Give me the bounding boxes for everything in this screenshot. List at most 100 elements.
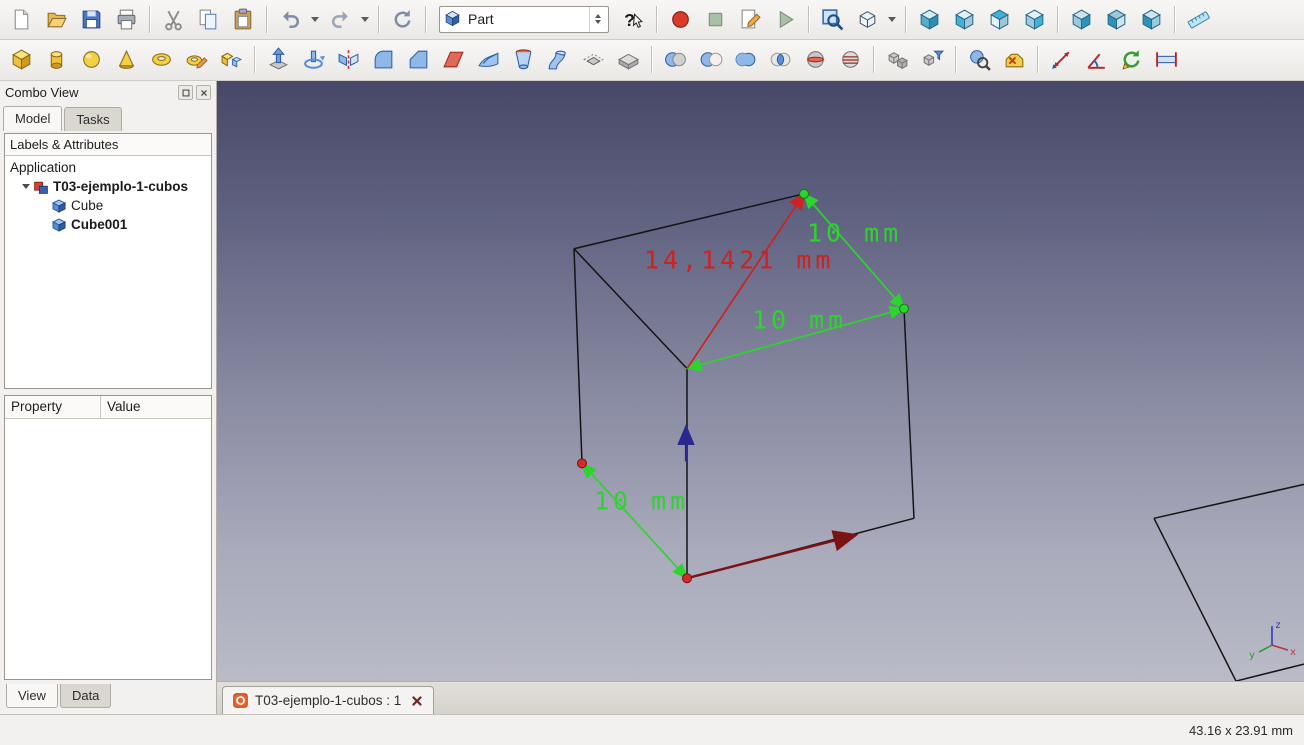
part-thickness-button[interactable] bbox=[612, 43, 645, 76]
part-sphere-button[interactable] bbox=[75, 43, 108, 76]
tab-data[interactable]: Data bbox=[60, 684, 111, 708]
part-mirror-button[interactable] bbox=[332, 43, 365, 76]
undo-dropdown-arrow[interactable] bbox=[308, 4, 321, 34]
tab-tasks[interactable]: Tasks bbox=[64, 107, 121, 131]
part-cut-button[interactable] bbox=[694, 43, 727, 76]
part-ruled-surface-button[interactable] bbox=[472, 43, 505, 76]
combo-view-title: Combo View bbox=[5, 85, 175, 100]
document-tab-close-button[interactable] bbox=[409, 693, 424, 708]
toolbar-separator bbox=[1037, 46, 1039, 73]
part-offset-button[interactable] bbox=[577, 43, 610, 76]
view-right-button[interactable] bbox=[1018, 3, 1051, 36]
part-extrude-button[interactable] bbox=[262, 43, 295, 76]
part-sweep-button[interactable] bbox=[542, 43, 575, 76]
toolbar-separator bbox=[149, 6, 151, 33]
part-shape-builder-button[interactable] bbox=[215, 43, 248, 76]
3d-view[interactable]: 10 mm 14,1421 mm 10 mm 10 mm bbox=[217, 81, 1304, 681]
part-compound-icon bbox=[885, 47, 911, 73]
new-document-button[interactable] bbox=[5, 3, 38, 36]
float-icon bbox=[181, 88, 191, 98]
save-document-icon bbox=[79, 6, 105, 32]
part-primitives-button[interactable] bbox=[180, 43, 213, 76]
tree-item-application[interactable]: Application bbox=[5, 158, 211, 177]
view-isometric-button[interactable] bbox=[913, 3, 946, 36]
tab-model[interactable]: Model bbox=[3, 106, 62, 131]
fit-all-button[interactable] bbox=[816, 3, 849, 36]
draw-style-dropdown-arrow[interactable] bbox=[885, 4, 898, 34]
part-defeaturing-button[interactable] bbox=[998, 43, 1031, 76]
paste-button[interactable] bbox=[227, 3, 260, 36]
undo-button[interactable] bbox=[274, 3, 307, 36]
whats-this-button[interactable]: ? bbox=[617, 3, 650, 36]
open-document-button[interactable] bbox=[40, 3, 73, 36]
part-common-button[interactable] bbox=[764, 43, 797, 76]
expander-icon[interactable] bbox=[22, 184, 30, 193]
workbench-selector[interactable]: Part bbox=[439, 6, 609, 33]
draw-style-button[interactable] bbox=[851, 3, 884, 36]
dimension-line-bottom-edge bbox=[582, 464, 687, 579]
tree-column-header: Labels & Attributes bbox=[5, 134, 211, 156]
panel-close-button[interactable] bbox=[196, 85, 211, 100]
property-editor: Property Value bbox=[4, 395, 212, 680]
redo-dropdown-arrow[interactable] bbox=[358, 4, 371, 34]
tab-view[interactable]: View bbox=[6, 684, 58, 708]
copy-button[interactable] bbox=[192, 3, 225, 36]
redo-button[interactable] bbox=[324, 3, 357, 36]
measure-angular-button[interactable] bbox=[1080, 43, 1113, 76]
cube-edge bbox=[1154, 519, 1236, 682]
part-make-face-button[interactable] bbox=[437, 43, 470, 76]
tree-item-cube[interactable]: Cube bbox=[5, 196, 211, 215]
part-fillet-button[interactable] bbox=[367, 43, 400, 76]
measure-linear-button[interactable] bbox=[1045, 43, 1078, 76]
part-fuse-button[interactable] bbox=[729, 43, 762, 76]
refresh-button[interactable] bbox=[386, 3, 419, 36]
part-make-face-icon bbox=[441, 47, 467, 73]
view-bottom-icon bbox=[1104, 6, 1130, 32]
part-compound-button[interactable] bbox=[881, 43, 914, 76]
part-torus-button[interactable] bbox=[145, 43, 178, 76]
property-table-body bbox=[5, 419, 211, 679]
view-top-button[interactable] bbox=[983, 3, 1016, 36]
secondary-cube-wireframe bbox=[1154, 485, 1304, 682]
part-section-button[interactable] bbox=[799, 43, 832, 76]
3d-canvas[interactable]: 10 mm 14,1421 mm 10 mm 10 mm bbox=[217, 81, 1304, 681]
view-rear-button[interactable] bbox=[1065, 3, 1098, 36]
part-revolve-button[interactable] bbox=[297, 43, 330, 76]
part-cross-sections-button[interactable] bbox=[834, 43, 867, 76]
part-box-button[interactable] bbox=[5, 43, 38, 76]
part-cone-button[interactable] bbox=[110, 43, 143, 76]
toolbar-separator bbox=[651, 46, 653, 73]
cube-edge bbox=[1236, 664, 1304, 681]
part-loft-button[interactable] bbox=[507, 43, 540, 76]
part-cylinder-button[interactable] bbox=[40, 43, 73, 76]
macro-edit-button[interactable] bbox=[734, 3, 767, 36]
paste-icon bbox=[231, 6, 257, 32]
document-tab[interactable]: T03-ejemplo-1-cubos : 1 bbox=[222, 686, 434, 714]
workbench-selector-spinner[interactable] bbox=[589, 7, 605, 32]
panel-float-button[interactable] bbox=[178, 85, 193, 100]
part-check-geometry-button[interactable] bbox=[963, 43, 996, 76]
measure-distance-button[interactable] bbox=[1182, 3, 1215, 36]
tree-item-document[interactable]: T03-ejemplo-1-cubos bbox=[5, 177, 211, 196]
macro-play-button[interactable] bbox=[769, 3, 802, 36]
macro-record-button[interactable] bbox=[664, 3, 697, 36]
view-bottom-button[interactable] bbox=[1100, 3, 1133, 36]
view-front-button[interactable] bbox=[948, 3, 981, 36]
main-area: Combo View Model Tasks Labels & Attribut… bbox=[0, 81, 1304, 714]
view-left-button[interactable] bbox=[1135, 3, 1168, 36]
y-axis-label: y bbox=[1249, 650, 1255, 661]
macro-stop-button[interactable] bbox=[699, 3, 732, 36]
tree-item-cube001[interactable]: Cube001 bbox=[5, 215, 211, 234]
part-compound-filter-button[interactable] bbox=[916, 43, 949, 76]
save-document-button[interactable] bbox=[75, 3, 108, 36]
measure-toggle-all-button[interactable] bbox=[1150, 43, 1183, 76]
print-button[interactable] bbox=[110, 3, 143, 36]
toolbar-separator bbox=[873, 46, 875, 73]
cube-edge bbox=[574, 194, 804, 249]
part-boolean-button[interactable] bbox=[659, 43, 692, 76]
standard-toolbar: Part? bbox=[0, 0, 1304, 40]
part-chamfer-button[interactable] bbox=[402, 43, 435, 76]
workbench-selector-value: Part bbox=[468, 11, 589, 27]
cut-button[interactable] bbox=[157, 3, 190, 36]
measure-refresh-button[interactable] bbox=[1115, 43, 1148, 76]
